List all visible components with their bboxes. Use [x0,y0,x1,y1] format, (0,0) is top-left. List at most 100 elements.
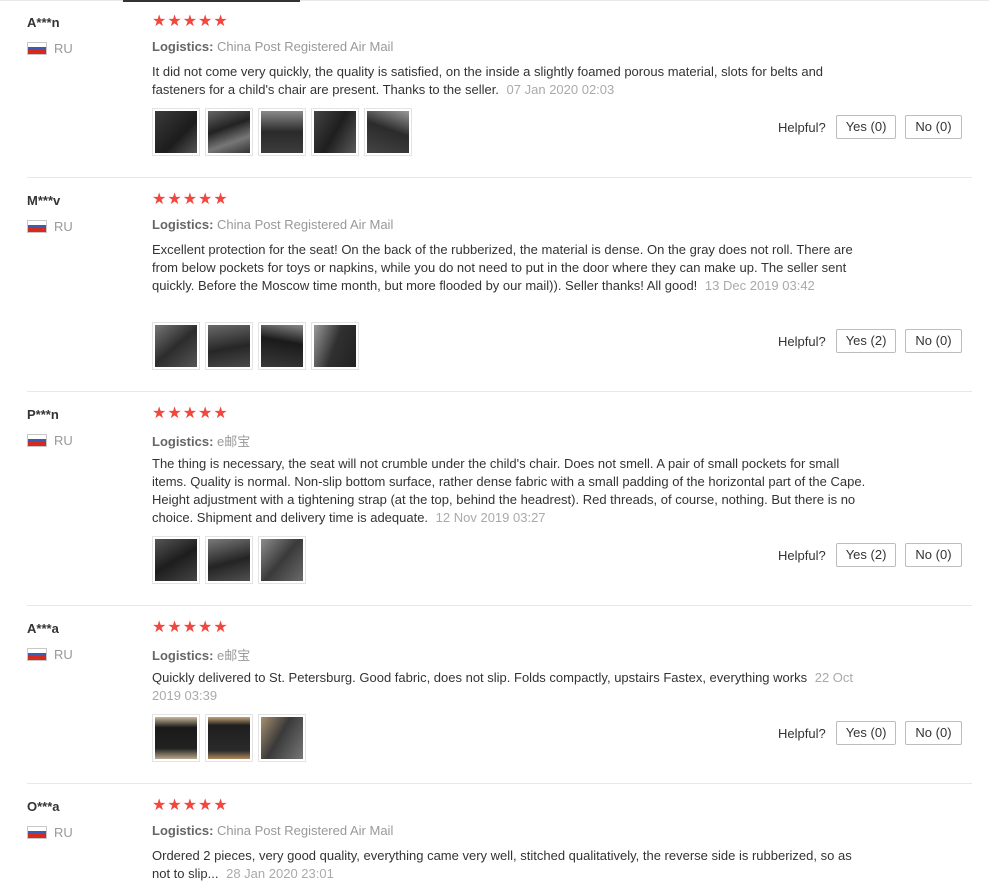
review-photo-thumbnail[interactable] [258,322,306,370]
review-photo-thumbnail[interactable] [152,714,200,762]
helpful-no-button[interactable]: No (0) [905,115,962,139]
star-icon: ★ [198,619,213,636]
logistics-info: Logistics: China Post Registered Air Mai… [152,823,393,838]
star-rating: ★ ★ ★ ★ ★ [152,619,228,637]
star-icon: ★ [152,13,167,30]
star-rating: ★ ★ ★ ★ ★ [152,797,228,815]
review-body: Quickly delivered to St. Petersburg. Goo… [152,670,808,685]
star-icon: ★ [198,405,213,422]
logistics-label: Logistics: [152,217,214,232]
helpful-yes-button[interactable]: Yes (0) [835,721,897,745]
star-icon: ★ [152,797,167,814]
helpful-vote: Helpful? Yes (2) No (0) [778,543,962,567]
helpful-yes-button[interactable]: Yes (2) [835,329,897,353]
top-divider [0,0,989,2]
star-icon: ★ [213,619,228,636]
reviewer-country: RU [27,433,73,448]
review-date: 07 Jan 2020 02:03 [506,82,615,97]
review-photo-thumbnail[interactable] [205,714,253,762]
review-divider [27,177,972,178]
logistics-method: China Post Registered Air Mail [217,823,394,838]
logistics-info: Logistics: China Post Registered Air Mai… [152,217,393,232]
logistics-info: Logistics: e邮宝 [152,431,250,450]
review-date: 12 Nov 2019 03:27 [435,510,546,525]
review-date: 28 Jan 2020 23:01 [226,866,334,881]
russia-flag-icon [27,220,47,233]
review-photo-thumbnail[interactable] [205,108,253,156]
review-photo-thumbnail[interactable] [311,108,359,156]
review-photos [152,714,306,762]
review-photo-thumbnail[interactable] [258,536,306,584]
review-photos [152,536,306,584]
helpful-no-button[interactable]: No (0) [905,721,962,745]
star-icon: ★ [213,191,228,208]
helpful-label: Helpful? [778,119,826,135]
star-icon: ★ [182,13,198,30]
review-photo-thumbnail[interactable] [364,108,412,156]
review-photo-thumbnail[interactable] [152,322,200,370]
star-icon: ★ [167,405,182,422]
logistics-method: China Post Registered Air Mail [217,217,394,232]
russia-flag-icon [27,826,47,839]
review-photo-thumbnail[interactable] [258,108,306,156]
country-code: RU [54,433,73,448]
helpful-vote: Helpful? Yes (0) No (0) [778,721,962,745]
reviewer-name: P***n [27,407,59,422]
reviewer-country: RU [27,41,73,56]
review-photo-thumbnail[interactable] [152,536,200,584]
russia-flag-icon [27,648,47,661]
russia-flag-icon [27,434,47,447]
logistics-method: China Post Registered Air Mail [217,39,394,54]
logistics-label: Logistics: [152,823,214,838]
helpful-no-button[interactable]: No (0) [905,329,962,353]
logistics-method: e邮宝 [217,434,251,449]
review-divider [27,391,972,392]
star-icon: ★ [182,405,198,422]
review-photos [152,108,412,156]
helpful-label: Helpful? [778,547,826,563]
star-rating: ★ ★ ★ ★ ★ [152,405,228,423]
review-text: The thing is necessary, the seat will no… [152,455,872,527]
russia-flag-icon [27,42,47,55]
review-photo-thumbnail[interactable] [258,714,306,762]
country-code: RU [54,825,73,840]
star-icon: ★ [198,797,213,814]
reviewer-country: RU [27,825,73,840]
reviewer-name: A***a [27,621,59,636]
review-photo-thumbnail[interactable] [205,322,253,370]
country-code: RU [54,41,73,56]
star-icon: ★ [167,191,182,208]
logistics-info: Logistics: China Post Registered Air Mai… [152,39,393,54]
review-photo-thumbnail[interactable] [152,108,200,156]
star-icon: ★ [167,13,182,30]
star-icon: ★ [182,797,198,814]
star-icon: ★ [152,191,167,208]
star-icon: ★ [152,405,167,422]
reviewer-country: RU [27,219,73,234]
review-divider [27,605,972,606]
logistics-method: e邮宝 [217,648,251,663]
review-photo-thumbnail[interactable] [205,536,253,584]
star-rating: ★ ★ ★ ★ ★ [152,191,228,209]
star-icon: ★ [198,191,213,208]
star-icon: ★ [167,619,182,636]
reviewer-name: A***n [27,15,60,30]
logistics-info: Logistics: e邮宝 [152,645,250,664]
review-photos [152,322,359,370]
helpful-yes-button[interactable]: Yes (0) [835,115,897,139]
reviewer-name: O***a [27,799,60,814]
review-text: Excellent protection for the seat! On th… [152,241,872,295]
star-icon: ★ [213,13,228,30]
logistics-label: Logistics: [152,39,214,54]
helpful-no-button[interactable]: No (0) [905,543,962,567]
star-icon: ★ [198,13,213,30]
review-date: 13 Dec 2019 03:42 [704,278,815,293]
review-divider [27,783,972,784]
helpful-yes-button[interactable]: Yes (2) [835,543,897,567]
star-icon: ★ [213,405,228,422]
logistics-label: Logistics: [152,648,214,663]
logistics-label: Logistics: [152,434,214,449]
star-icon: ★ [213,797,228,814]
review-photo-thumbnail[interactable] [311,322,359,370]
star-icon: ★ [152,619,167,636]
